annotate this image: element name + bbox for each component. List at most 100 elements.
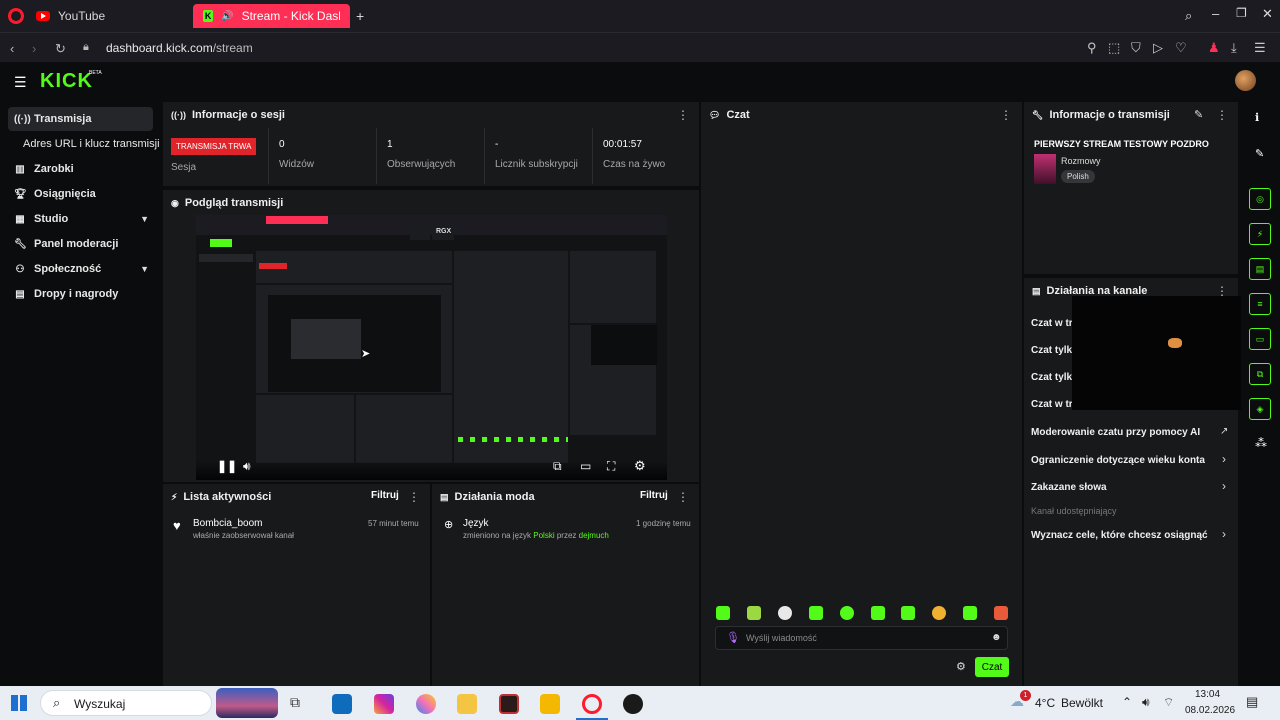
search-icon[interactable]: ⌕	[1185, 8, 1192, 24]
chevron-up-icon[interactable]: ⌃	[1122, 695, 1132, 709]
weather-widget[interactable]: ☁ 1 4°C Bewölkt	[1008, 686, 1108, 720]
emote-2[interactable]	[747, 606, 761, 620]
emoji-icon[interactable]: ☻	[991, 632, 1002, 643]
hamburger-icon[interactable]: ☰	[14, 74, 27, 91]
sidebar-item-studio[interactable]: ▦ Studio ▼	[8, 207, 153, 231]
sidebar-item-panel-moderacji[interactable]: 🔧︎ Panel moderacji	[8, 232, 153, 256]
sidebar-item-dropy[interactable]: ▤ Dropy i nagrody	[8, 282, 153, 306]
sidebar-item-stream-key[interactable]: Adres URL i klucz transmisji	[8, 132, 163, 156]
chat-input[interactable]: 🎙︎ Wyślij wiadomość ☻	[715, 626, 1008, 650]
emote-10[interactable]	[994, 606, 1008, 620]
emote-5[interactable]	[840, 606, 854, 620]
instagram-icon[interactable]	[374, 694, 394, 714]
rail-tune-button[interactable]: ≡	[1249, 293, 1271, 315]
close-icon[interactable]: ✕	[1262, 6, 1273, 22]
chevron-right-icon[interactable]: ›	[1222, 479, 1226, 493]
theater-icon[interactable]: ▭	[580, 459, 591, 473]
settings-icon[interactable]: ⚙	[634, 458, 646, 474]
steam-like-icon[interactable]	[623, 694, 643, 714]
forward-icon[interactable]: ›	[32, 41, 36, 56]
outlook-icon[interactable]	[332, 694, 352, 714]
rail-gift-button[interactable]: ⧉	[1249, 363, 1271, 385]
volume-icon[interactable]: 🔊︎	[1142, 695, 1150, 710]
back-icon[interactable]: ‹	[10, 41, 14, 56]
notification-icon[interactable]: ▤	[1246, 694, 1258, 710]
tab-kick-dashboard[interactable]: K 🔊 Stream - Kick Dashbo	[193, 4, 350, 28]
live-badge: TRANSMISJA TRWA	[171, 138, 257, 155]
more-options-icon[interactable]: ⋮	[677, 108, 689, 122]
connections-icon[interactable]: ⁂	[1255, 436, 1267, 450]
pin-icon[interactable]: ⚲	[1087, 40, 1097, 56]
tab-youtube[interactable]: YouTube	[36, 4, 105, 28]
avatar[interactable]	[1235, 70, 1256, 91]
sidebar-item-transmisja[interactable]: ((·)) Transmisja	[8, 107, 153, 131]
download-icon[interactable]: ⤓	[1231, 40, 1237, 56]
chat-settings-icon[interactable]: ⚙	[956, 660, 966, 673]
taskbar-search[interactable]: ⌕ Wyszukaj	[40, 690, 212, 716]
url-field[interactable]: dashboard.kick.com/stream	[106, 41, 253, 55]
heart-icon[interactable]: ♡	[1175, 40, 1187, 56]
reload-icon[interactable]: ↻	[55, 41, 66, 57]
rail-more-button[interactable]: ◈	[1249, 398, 1271, 420]
emote-1[interactable]	[716, 606, 730, 620]
action-row-goals[interactable]: Wyznacz cele, które chcesz osiągnąć	[1031, 530, 1208, 541]
rail-camera-button[interactable]: ◎	[1249, 188, 1271, 210]
category-name[interactable]: Rozmowy	[1061, 156, 1101, 166]
volume-icon[interactable]: 🔊︎	[243, 459, 251, 474]
shield-icon[interactable]: ⛉	[1131, 40, 1141, 56]
fullscreen-icon[interactable]: ⛶	[607, 459, 615, 474]
wifi-icon[interactable]: ⌔	[1163, 695, 1174, 710]
action-row-banned-words[interactable]: Zakazane słowa	[1031, 482, 1107, 493]
edit-icon[interactable]: ✎	[1194, 108, 1203, 121]
chevron-right-icon[interactable]: ›	[1222, 452, 1226, 466]
menu-icon[interactable]: ☰	[1254, 40, 1266, 56]
more-options-icon[interactable]: ⋮	[408, 490, 420, 504]
external-link-icon[interactable]: ↗	[1220, 426, 1228, 437]
emote-9[interactable]	[963, 606, 977, 620]
snapshot-icon[interactable]: ⬚	[1108, 40, 1120, 56]
filter-button[interactable]: Filtruj	[371, 490, 399, 501]
more-options-icon[interactable]: ⋮	[1216, 108, 1228, 122]
windows-start-icon[interactable]	[11, 695, 27, 711]
rail-clip-button[interactable]: ▭	[1249, 328, 1271, 350]
sidebar-item-zarobki[interactable]: ▥ Zarobki	[8, 157, 153, 181]
opera-taskbar-icon[interactable]	[582, 694, 602, 714]
pause-icon[interactable]: ❚❚	[217, 459, 237, 473]
kick-logo[interactable]: KICK	[40, 70, 93, 93]
emote-8[interactable]	[932, 606, 946, 620]
chat-send-button[interactable]: Czat	[975, 657, 1009, 677]
file-explorer-icon[interactable]	[457, 694, 477, 714]
copilot-icon[interactable]	[416, 694, 436, 714]
more-options-icon[interactable]: ⋮	[677, 490, 689, 504]
opera-logo-icon[interactable]	[8, 8, 24, 24]
clock-time[interactable]: 13:04	[1195, 689, 1220, 700]
action-row-age-limit[interactable]: Ograniczenie dotyczące wieku konta	[1031, 455, 1205, 466]
more-options-icon[interactable]: ⋮	[1000, 108, 1012, 122]
emote-6[interactable]	[871, 606, 885, 620]
profile-icon[interactable]: ♟	[1208, 40, 1220, 56]
restore-icon[interactable]: ❐	[1236, 6, 1247, 20]
rail-list-button[interactable]: ▤	[1249, 258, 1271, 280]
emote-7[interactable]	[901, 606, 915, 620]
mic-icon[interactable]: 🎙︎	[726, 631, 740, 644]
stream-preview-video[interactable]: RGX ➤ ❚❚ 🔊︎ ⧉ ▭ ⛶ ⚙	[196, 215, 667, 480]
sidebar-item-spolecznosc[interactable]: ⚇ Społeczność ▼	[8, 257, 153, 281]
modaction-user[interactable]: dejmuch	[579, 531, 609, 540]
minimize-icon[interactable]: –	[1212, 6, 1219, 21]
action-row-ai-moderation[interactable]: Moderowanie czatu przy pomocy AI	[1031, 427, 1200, 438]
clip-icon[interactable]: ⧉	[553, 459, 562, 474]
rail-bolt-button[interactable]: ⚡︎	[1249, 223, 1271, 245]
info-icon[interactable]: ℹ	[1255, 111, 1259, 124]
rockstar-icon[interactable]	[540, 694, 560, 714]
emote-4[interactable]	[809, 606, 823, 620]
filter-button[interactable]: Filtruj	[640, 490, 668, 501]
new-tab-button[interactable]: +	[356, 4, 364, 28]
pencil-icon[interactable]: ✎	[1255, 147, 1264, 160]
emote-3[interactable]	[778, 606, 792, 620]
sidebar-item-osiagniecia[interactable]: 🏆︎ Osiągnięcia	[8, 182, 153, 206]
send-icon[interactable]: ▷	[1153, 40, 1163, 56]
task-view-icon[interactable]: ⧉	[290, 694, 310, 714]
app-red-icon[interactable]	[499, 694, 519, 714]
chevron-right-icon[interactable]: ›	[1222, 527, 1226, 541]
clock-date[interactable]: 08.02.2026	[1185, 705, 1235, 716]
